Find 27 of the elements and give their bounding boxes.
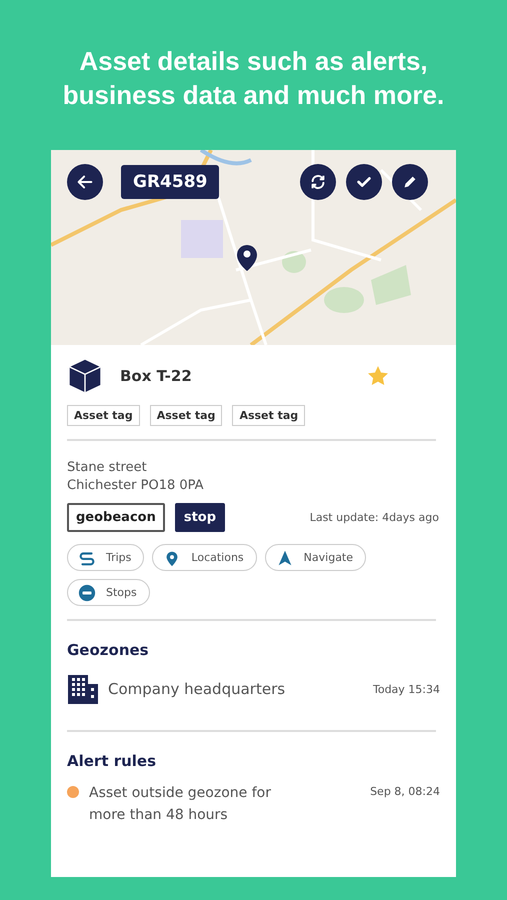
action-button[interactable]: Trips	[67, 544, 144, 571]
action-button[interactable]: Navigate	[264, 544, 366, 571]
asset-name: Box T-22	[120, 367, 193, 385]
back-arrow-icon	[76, 173, 94, 191]
action-button[interactable]: Stops	[67, 579, 150, 606]
section-title: Alert rules	[67, 752, 158, 770]
box-icon	[67, 357, 103, 395]
headline: Asset details such as alerts, business data and much more.	[62, 45, 446, 112]
no-entry-icon	[78, 584, 96, 602]
star-icon[interactable]	[368, 366, 388, 386]
refresh-icon	[309, 173, 327, 191]
asset-tag: Asset tag	[67, 405, 140, 426]
alert-rule-text: Asset outside geozone for more than 48 hours	[89, 784, 272, 825]
timestamp: Today 15:34	[372, 682, 440, 696]
address-line: Stane street	[67, 459, 148, 477]
asset-tag: Asset tag	[232, 405, 306, 426]
status-badge: stop	[174, 503, 226, 532]
geozone-name: Company headquarters	[108, 680, 286, 698]
asset-code-label: GR4589	[121, 165, 220, 199]
asset-tag: Asset tag	[150, 405, 222, 426]
timestamp: Sep 8, 08:24	[370, 785, 440, 798]
action-button[interactable]: Locations	[152, 544, 257, 571]
last-update-text: Last update: 4days ago	[310, 511, 439, 524]
section-title: Geozones	[67, 641, 150, 659]
status-badge: geobeacon	[67, 503, 165, 532]
building-icon	[67, 673, 99, 705]
address-line: Chichester PO18 0PA	[67, 477, 205, 495]
